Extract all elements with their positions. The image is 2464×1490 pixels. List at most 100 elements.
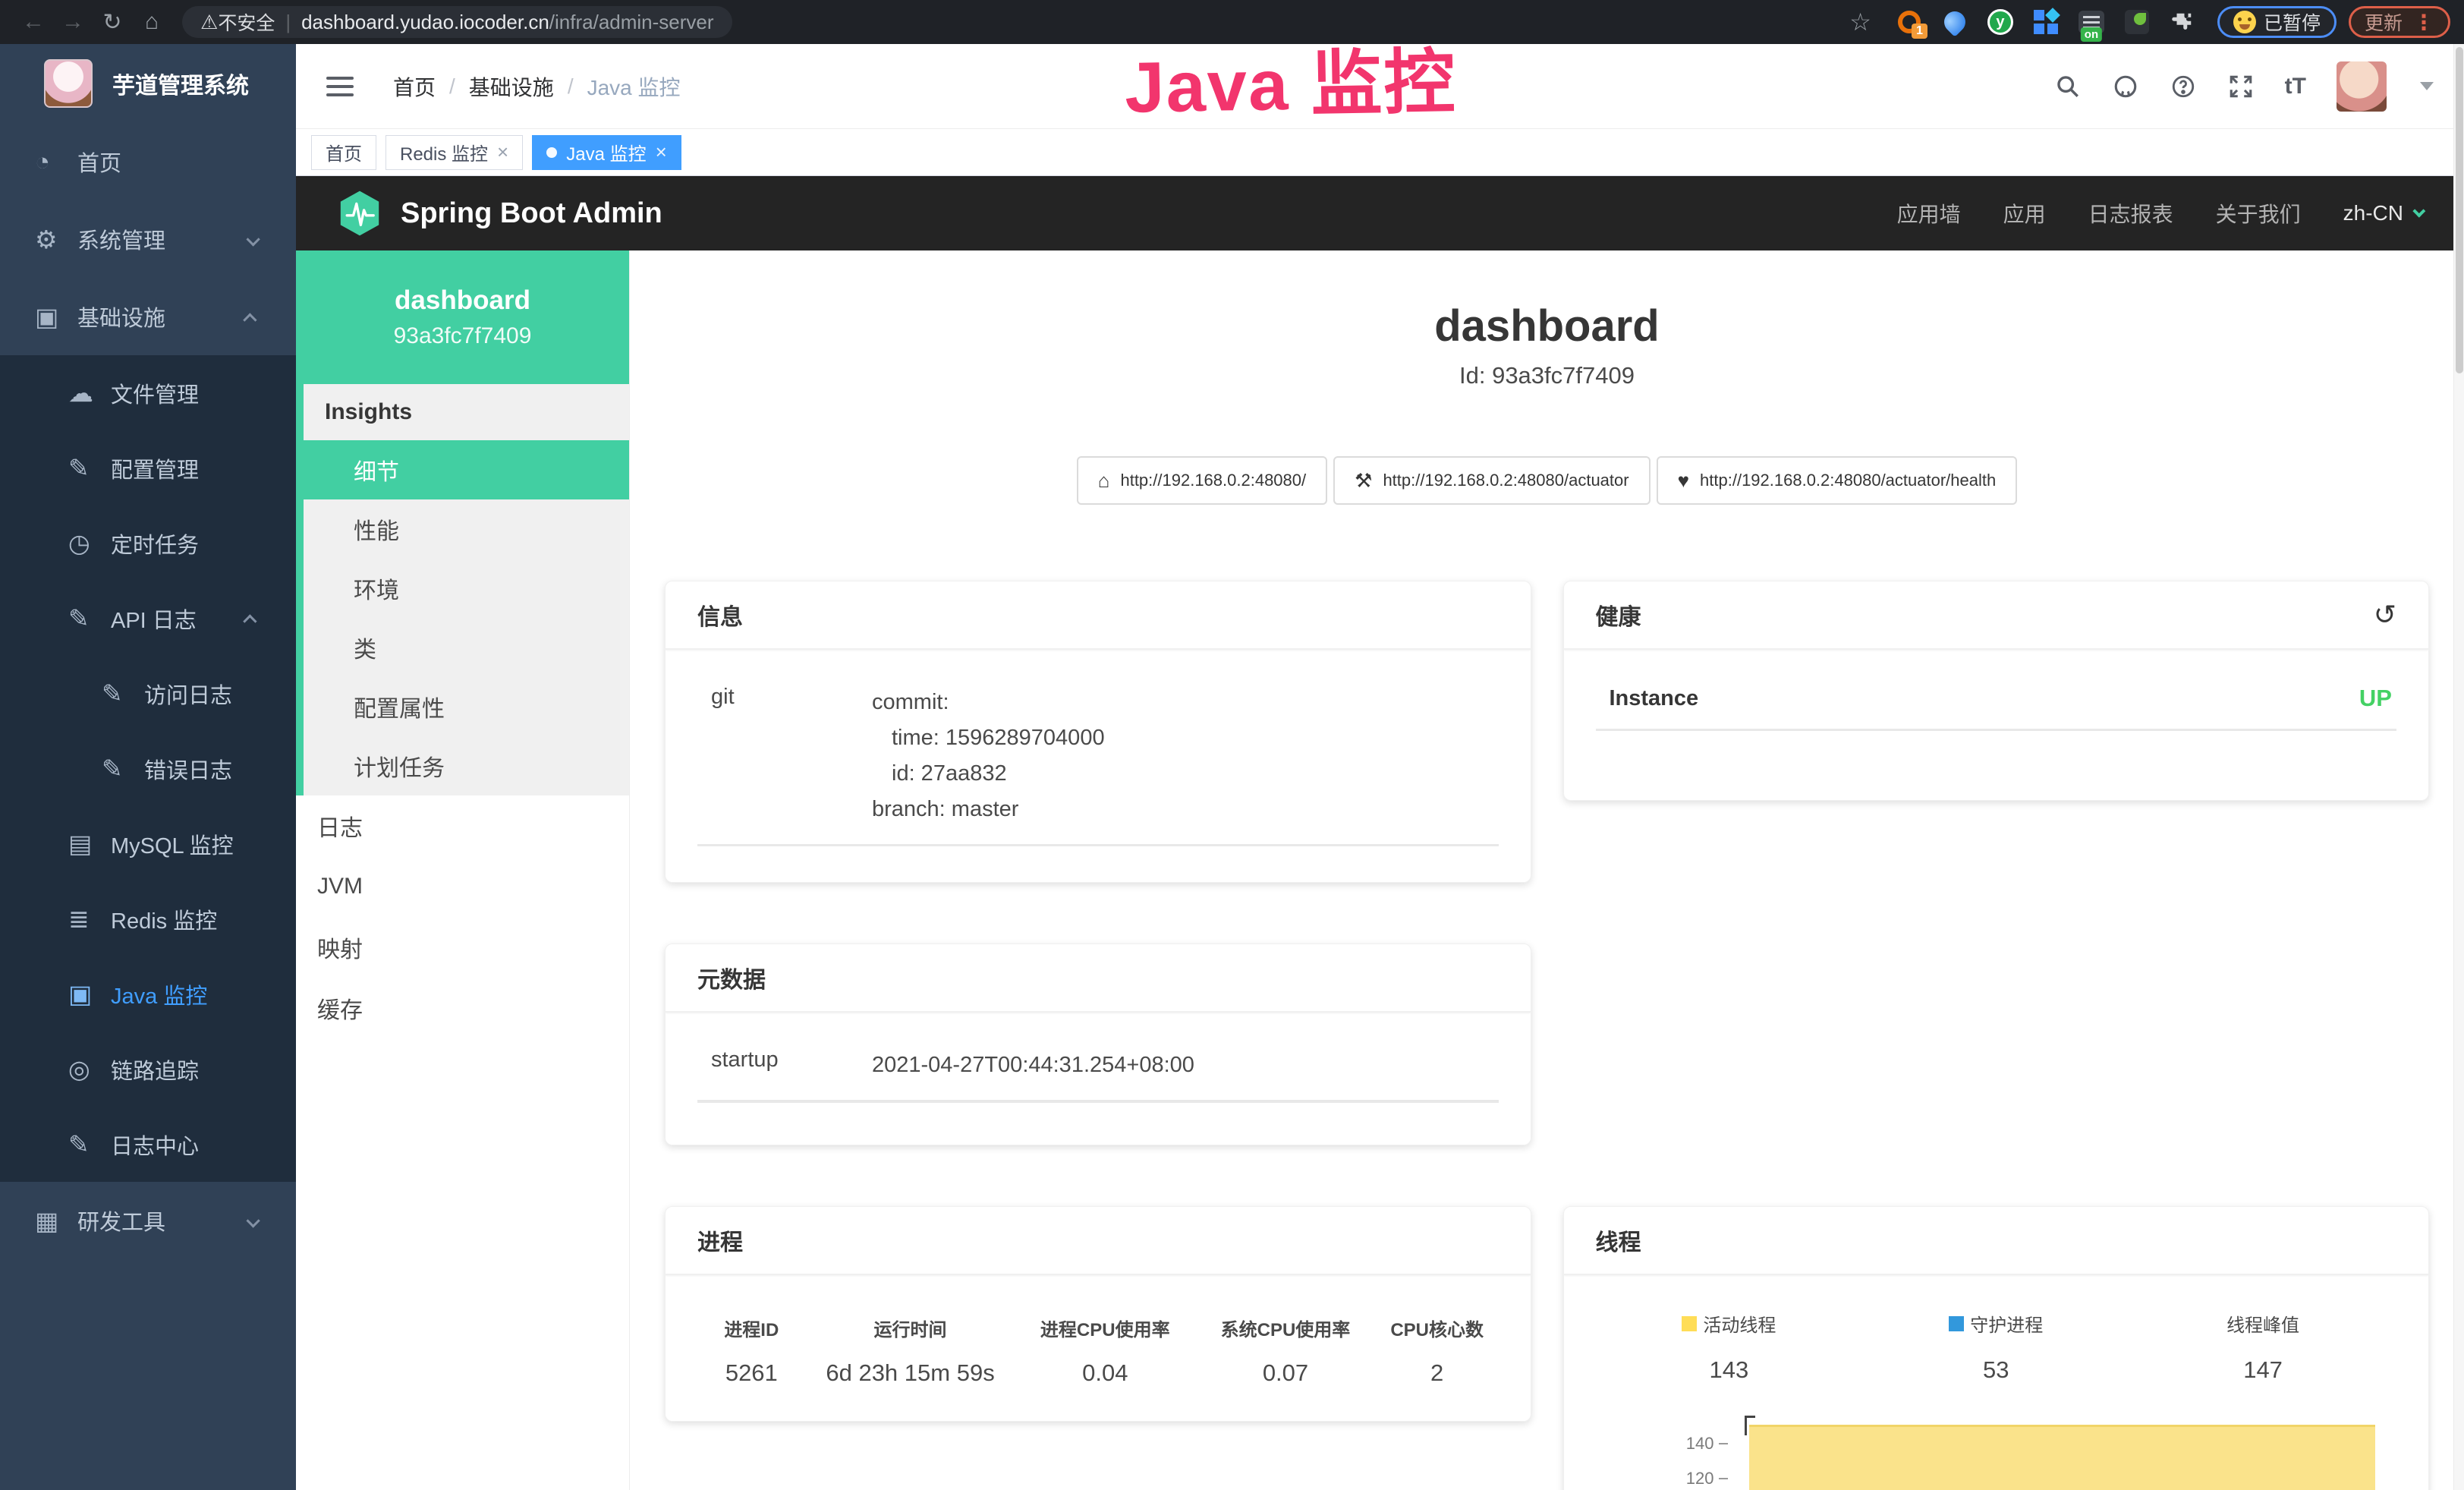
sidebar-item-home[interactable]: ◔ 首页 — [0, 123, 296, 200]
sidebar-item-accesslog[interactable]: ✎ 访问日志 — [0, 656, 296, 731]
stat-value: 53 — [1983, 1356, 2009, 1384]
process-card-body: 进程ID 5261 运行时间 6d 23h 15m 59s 进程CPU使用率 0… — [666, 1275, 1531, 1422]
sba-item-logs[interactable]: 日志 — [296, 795, 629, 856]
health-card-body: Instance UP — [1564, 650, 2429, 766]
sba-item-classes[interactable]: 类 — [304, 618, 629, 677]
profile-paused-chip[interactable]: 已暂停 — [2217, 6, 2337, 38]
extension-pin-icon[interactable] — [1940, 7, 1970, 37]
instance-id: Id: 93a3fc7f7409 — [630, 362, 2464, 389]
sidebar-item-file[interactable]: ☁ 文件管理 — [0, 355, 296, 430]
sba-group-label: Insights — [304, 384, 629, 440]
page-title: dashboard — [630, 301, 2464, 351]
sidebar-item-job[interactable]: ◷ 定时任务 — [0, 506, 296, 581]
sba-nav-journal[interactable]: 日志报表 — [2088, 198, 2173, 228]
app-main: 首页 / 基础设施 / Java 监控 tT — [296, 44, 2464, 1490]
bookmark-star-icon[interactable]: ☆ — [1849, 8, 1871, 36]
security-label[interactable]: 不安全 — [218, 8, 275, 36]
browser-forward-icon[interactable]: → — [53, 9, 93, 35]
extension-leaf-icon[interactable] — [2122, 7, 2152, 37]
briefcase-icon: ▦ — [35, 1206, 77, 1236]
sidebar-item-mysql[interactable]: ▤ MySQL 监控 — [0, 806, 296, 881]
process-col-syscpu: 系统CPU使用率 0.07 — [1195, 1315, 1376, 1387]
sidebar-item-java[interactable]: ▣ Java 监控 — [0, 956, 296, 1032]
sba-item-metrics[interactable]: 性能 — [304, 499, 629, 559]
url-path: /infra/admin-server — [549, 11, 714, 34]
tab-home[interactable]: 首页 — [311, 135, 376, 170]
browser-home-icon[interactable]: ⌂ — [132, 9, 172, 35]
browser-back-icon[interactable]: ← — [14, 9, 53, 35]
sidebar-item-apilog[interactable]: ✎ API 日志 — [0, 581, 296, 656]
chrome-update-button[interactable]: 更新 ⋮ — [2349, 6, 2450, 38]
sidebar-item-label: 链路追踪 — [111, 1054, 199, 1085]
help-icon[interactable] — [2170, 73, 2197, 100]
sba-item-configprops[interactable]: 配置属性 — [304, 677, 629, 736]
health-url-button[interactable]: ♥ http://192.168.0.2:48080/actuator/heal… — [1657, 456, 2018, 505]
sidebar-item-trace[interactable]: ◎ 链路追踪 — [0, 1032, 296, 1107]
threads-card: 线程 活动线程 143 — [1563, 1206, 2430, 1490]
fullscreen-icon[interactable] — [2227, 73, 2255, 100]
eye-icon: ◎ — [68, 1054, 111, 1084]
app-sidebar: 芋道管理系统 ◔ 首页 ⚙ 系统管理 ▣ 基础设施 ☁ 文件管理 ✎ 配置管理 — [0, 44, 296, 1490]
tab-java-monitor[interactable]: Java 监控 × — [532, 135, 681, 170]
page-scrollbar[interactable] — [2453, 44, 2464, 1490]
puzzle-icon — [2171, 11, 2194, 33]
sba-language-select[interactable]: zh-CN — [2343, 201, 2422, 225]
log-icon: ✎ — [102, 679, 144, 708]
sidebar-item-logcenter[interactable]: ✎ 日志中心 — [0, 1107, 296, 1182]
extension-switch-icon[interactable]: on — [2076, 7, 2107, 37]
tab-redis-monitor[interactable]: Redis 监控 × — [385, 135, 523, 170]
git-time-line: time: 1596289704000 — [872, 720, 1105, 756]
extensions-puzzle-icon[interactable] — [2167, 7, 2198, 37]
sidebar-item-config[interactable]: ✎ 配置管理 — [0, 430, 296, 506]
sba-item-mappings[interactable]: 映射 — [296, 917, 629, 978]
user-avatar[interactable] — [2337, 61, 2387, 112]
sidebar-item-infra[interactable]: ▣ 基础设施 — [0, 278, 296, 355]
sidebar-item-redis[interactable]: ≣ Redis 监控 — [0, 881, 296, 956]
green-y-icon: y — [1987, 9, 2013, 35]
sba-brand-title[interactable]: Spring Boot Admin — [401, 197, 662, 230]
breadcrumb-infra[interactable]: 基础设施 — [469, 71, 554, 102]
edit-icon: ✎ — [68, 453, 111, 483]
search-icon[interactable] — [2054, 73, 2082, 100]
sidebar-item-system[interactable]: ⚙ 系统管理 — [0, 200, 296, 278]
sba-item-scheduledtasks[interactable]: 计划任务 — [304, 736, 629, 795]
sba-item-caches[interactable]: 缓存 — [296, 978, 629, 1038]
y-axis-tick: 140 — [1679, 1434, 1728, 1454]
threads-card-header: 线程 — [1564, 1207, 2429, 1275]
user-menu-caret-icon[interactable] — [2420, 82, 2434, 90]
address-bar[interactable]: ⚠ 不安全 | dashboard.yudao.iocoder.cn /infr… — [182, 6, 732, 38]
extension-y-icon[interactable]: y — [1985, 7, 2016, 37]
card-title: 线程 — [1596, 1224, 1641, 1257]
sba-item-jvm[interactable]: JVM — [296, 856, 629, 917]
scrollbar-thumb[interactable] — [2456, 47, 2463, 373]
extension-grid-icon[interactable] — [2031, 7, 2061, 37]
sba-nav-wallboard[interactable]: 应用墙 — [1897, 198, 1961, 228]
history-icon[interactable]: ↺ — [2374, 599, 2396, 631]
sidebar-item-tools[interactable]: ▦ 研发工具 — [0, 1182, 296, 1259]
sba-nav-applications[interactable]: 应用 — [2003, 198, 2046, 228]
green-leaf-icon — [2125, 10, 2149, 34]
actuator-url: http://192.168.0.2:48080/actuator — [1383, 471, 1629, 490]
font-size-icon[interactable]: tT — [2285, 74, 2306, 99]
actuator-url-button[interactable]: ⚒ http://192.168.0.2:48080/actuator — [1333, 456, 1650, 505]
cell-value: 5261 — [697, 1359, 806, 1387]
extension-orange-icon[interactable]: 1 — [1894, 7, 1924, 37]
close-icon[interactable]: × — [497, 140, 508, 164]
process-table: 进程ID 5261 运行时间 6d 23h 15m 59s 进程CPU使用率 0… — [697, 1315, 1499, 1387]
sba-item-environment[interactable]: 环境 — [304, 559, 629, 618]
browser-reload-icon[interactable]: ↻ — [93, 9, 132, 36]
sidebar-collapse-icon[interactable] — [326, 77, 354, 96]
sidebar-item-errorlog[interactable]: ✎ 错误日志 — [0, 731, 296, 806]
sba-nav-about[interactable]: 关于我们 — [2216, 198, 2301, 228]
close-icon[interactable]: × — [656, 140, 667, 164]
app-logo-row[interactable]: 芋道管理系统 — [0, 44, 296, 123]
chevron-down-icon — [247, 227, 256, 252]
github-icon[interactable] — [2112, 73, 2139, 100]
service-url-button[interactable]: ⌂ http://192.168.0.2:48080/ — [1077, 456, 1327, 505]
chrome-menu-icon[interactable]: ⋮ — [2413, 10, 2434, 35]
sba-app-block[interactable]: dashboard 93a3fc7f7409 — [296, 250, 629, 384]
column-header: 系统CPU使用率 — [1195, 1315, 1376, 1341]
sba-item-details[interactable]: 细节 — [296, 440, 629, 499]
sba-language-value: zh-CN — [2343, 201, 2403, 225]
breadcrumb-home[interactable]: 首页 — [393, 71, 436, 102]
